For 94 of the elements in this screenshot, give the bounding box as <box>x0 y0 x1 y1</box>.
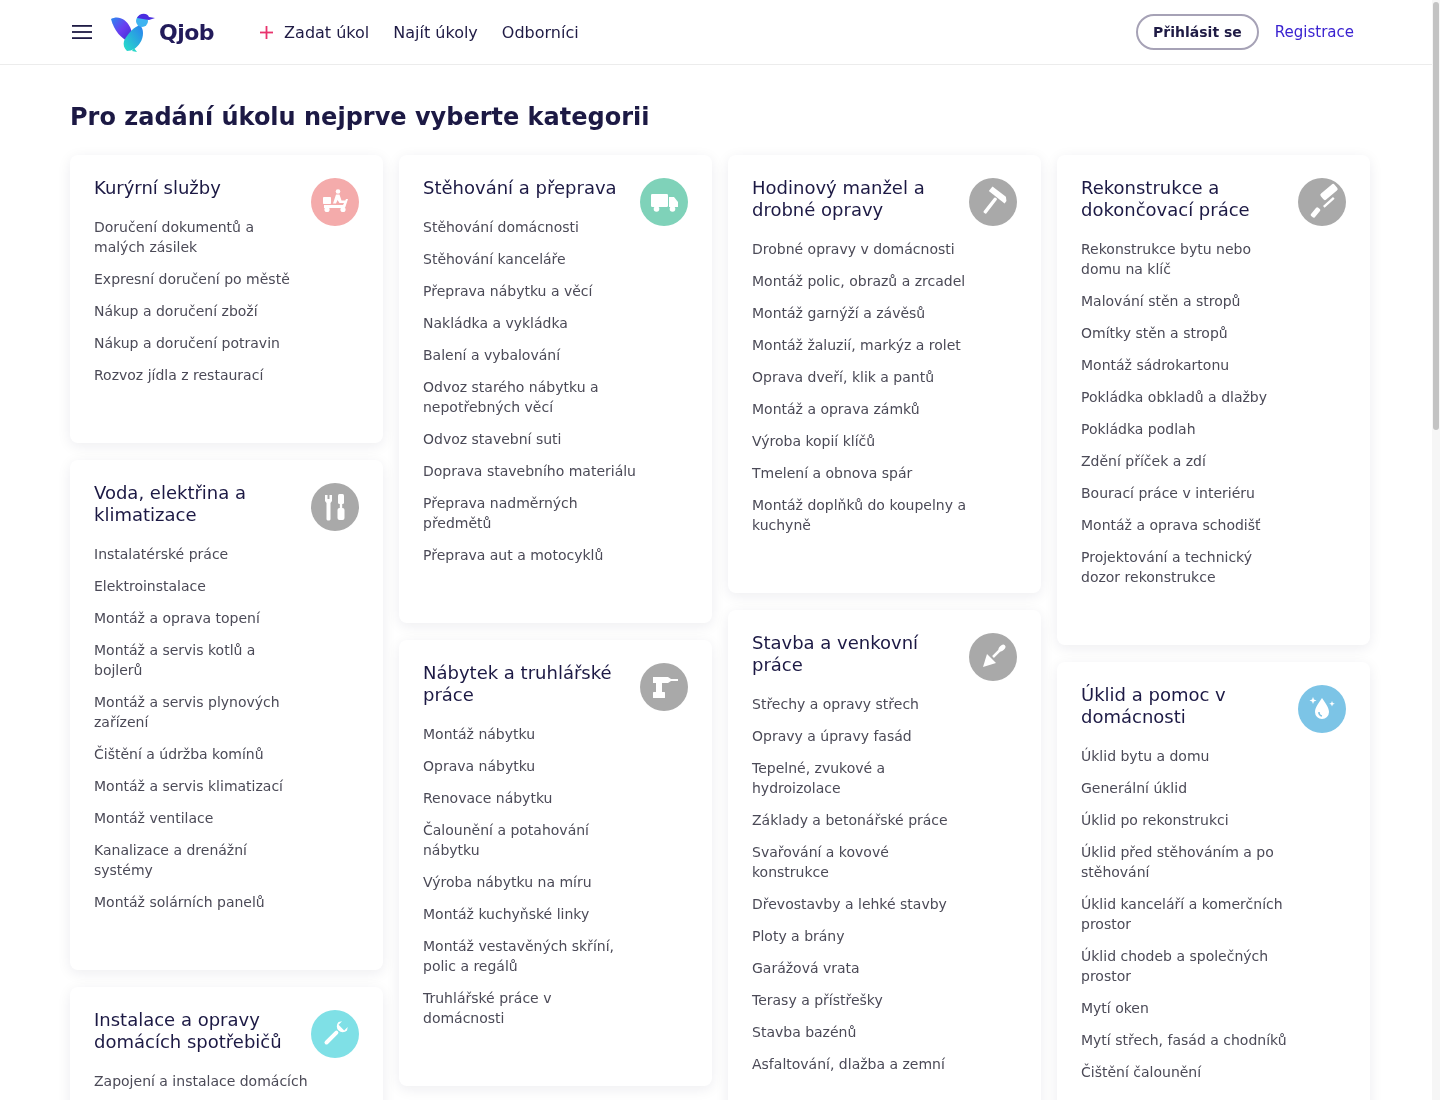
category-link[interactable]: Montáž ventilace <box>94 808 214 828</box>
category-link[interactable]: Čalounění a potahování nábytku <box>423 820 637 860</box>
category-link[interactable]: Instalatérské práce <box>94 544 229 564</box>
category-title: Stavba a venkovní práce <box>752 632 920 676</box>
category-link[interactable]: Oprava nábytku <box>423 756 536 776</box>
category-link[interactable]: Úklid po rekonstrukci <box>1081 810 1229 830</box>
category-link[interactable]: Montáž a oprava schodišť <box>1081 515 1261 535</box>
category-title: Voda, elektřina a klimatizace <box>94 482 248 526</box>
category-link[interactable]: Výroba kopií klíčů <box>752 431 876 451</box>
category-link[interactable]: Generální úklid <box>1081 778 1188 798</box>
category-link[interactable]: Montáž nábytku <box>423 724 536 744</box>
scrollbar[interactable] <box>1433 2 1439 430</box>
category-link[interactable]: Montáž doplňků do koupelny a kuchyně <box>752 495 966 535</box>
category-link[interactable]: Přeprava nadměrných předmětů <box>423 493 637 533</box>
category-link[interactable]: Úklid kanceláří a komerčních prostor <box>1081 894 1295 934</box>
category-link[interactable]: Omítky stěn a stropů <box>1081 323 1228 343</box>
category-link[interactable]: Malování stěn a stropů <box>1081 291 1241 311</box>
category-link[interactable]: Terasy a přístřešky <box>752 990 883 1010</box>
category-link[interactable]: Čištění čalounění <box>1081 1062 1202 1082</box>
category-link[interactable]: Montáž žaluzií, markýz a rolet <box>752 335 961 355</box>
category-link[interactable]: Nákup a doručení potravin <box>94 333 280 353</box>
category-link[interactable]: Zdění příček a zdí <box>1081 451 1206 471</box>
category-link[interactable]: Doprava stavebního materiálu <box>423 461 636 481</box>
category-title: Úklid a pomoc v domácnosti <box>1081 684 1227 728</box>
category-link[interactable]: Stavba bazénů <box>752 1022 857 1042</box>
category-link[interactable]: Stěhování domácnosti <box>423 217 579 237</box>
register-link[interactable]: Registrace <box>1274 23 1354 41</box>
category-title: Nábytek a truhlářské práce <box>423 662 613 706</box>
category-link[interactable]: Montáž a servis kotlů a bojlerů <box>94 640 308 680</box>
category-title: Stěhování a přeprava <box>423 177 618 199</box>
bird-icon <box>110 11 156 53</box>
category-link[interactable]: Balení a vybalování <box>423 345 561 365</box>
category-link[interactable]: Zapojení a instalace domácích <box>94 1071 308 1091</box>
category-link[interactable]: Projektování a technický dozor rekonstrukce <box>1081 547 1295 587</box>
category-link[interactable]: Nákup a doručení zboží <box>94 301 258 321</box>
page-heading: Pro zadání úkolu nejprve vyberte kategorii <box>70 102 651 133</box>
category-link[interactable]: Odvoz stavební suti <box>423 429 562 449</box>
category-link[interactable]: Oprava dveří, klik a pantů <box>752 367 935 387</box>
category-link[interactable]: Pokládka podlah <box>1081 419 1196 439</box>
logo-link[interactable]: Qjob <box>110 11 215 53</box>
category-link[interactable]: Garážová vrata <box>752 958 860 978</box>
category-link[interactable]: Asfaltování, dlažba a zemní <box>752 1054 945 1074</box>
category-link[interactable]: Odvoz starého nábytku a nepotřebných věcí <box>423 377 637 417</box>
category-link[interactable]: Montáž kuchyňské linky <box>423 904 590 924</box>
category-link[interactable]: Svařování a kovové konstrukce <box>752 842 966 882</box>
category-link[interactable]: Základy a betonářské práce <box>752 810 948 830</box>
category-link[interactable]: Montáž a oprava zámků <box>752 399 920 419</box>
category-link[interactable]: Čištění a údržba komínů <box>94 744 264 764</box>
category-link[interactable]: Úklid před stěhováním a po stěhování <box>1081 842 1295 882</box>
category-link[interactable]: Nakládka a vykládka <box>423 313 568 333</box>
category-title: Kurýrní služby <box>94 177 222 199</box>
nav-link[interactable]: Odborníci <box>501 22 579 42</box>
category-link[interactable]: Výroba nábytku na míru <box>423 872 592 892</box>
nav-link[interactable]: Zadat úkol <box>260 22 370 42</box>
category-title: Rekonstrukce a dokončovací práce <box>1081 177 1251 221</box>
category-link[interactable]: Přeprava nábytku a věcí <box>423 281 593 301</box>
plus-icon <box>260 25 274 39</box>
category-link[interactable]: Střechy a opravy střech <box>752 694 919 714</box>
category-link[interactable]: Opravy a úpravy fasád <box>752 726 912 746</box>
category-title: Hodinový manžel a drobné opravy <box>752 177 926 221</box>
category-link[interactable]: Truhlářské práce v domácnosti <box>423 988 637 1028</box>
category-link[interactable]: Mytí střech, fasád a chodníků <box>1081 1030 1287 1050</box>
category-link[interactable]: Úklid bytu a domu <box>1081 746 1210 766</box>
login-button[interactable]: Přihlásit se <box>1136 14 1259 50</box>
category-link[interactable]: Montáž solárních panelů <box>94 892 265 912</box>
nav-link[interactable]: Najít úkoly <box>393 22 478 42</box>
menu-icon <box>72 25 92 39</box>
category-link[interactable]: Rekonstrukce bytu nebo domu na klíč <box>1081 239 1295 279</box>
category-title: Instalace a opravy domácích spotřebičů <box>94 1009 283 1053</box>
category-link[interactable]: Pokládka obkladů a dlažby <box>1081 387 1267 407</box>
category-link[interactable]: Stěhování kanceláře <box>423 249 566 269</box>
menu-button[interactable] <box>72 25 92 39</box>
category-link[interactable]: Ploty a brány <box>752 926 845 946</box>
category-link[interactable]: Montáž garnýží a závěsů <box>752 303 926 323</box>
category-link[interactable]: Tmelení a obnova spár <box>752 463 913 483</box>
category-link[interactable]: Rozvoz jídla z restaurací <box>94 365 264 385</box>
category-link[interactable]: Elektroinstalace <box>94 576 206 596</box>
category-link[interactable]: Přeprava aut a motocyklů <box>423 545 604 565</box>
category-link[interactable]: Montáž polic, obrazů a zrcadel <box>752 271 966 291</box>
category-link[interactable]: Bourací práce v interiéru <box>1081 483 1255 503</box>
category-link[interactable]: Mytí oken <box>1081 998 1149 1018</box>
category-link[interactable]: Drobné opravy v domácnosti <box>752 239 955 259</box>
category-link[interactable]: Dřevostavby a lehké stavby <box>752 894 947 914</box>
category-link[interactable]: Doručení dokumentů a malých zásilek <box>94 217 308 257</box>
category-link[interactable]: Montáž sádrokartonu <box>1081 355 1230 375</box>
category-link[interactable]: Úklid chodeb a společných prostor <box>1081 946 1295 986</box>
category-link[interactable]: Montáž a servis klimatizací <box>94 776 283 796</box>
category-link[interactable]: Montáž vestavěných skříní, polic a regálů <box>423 936 637 976</box>
category-link[interactable]: Montáž a oprava topení <box>94 608 260 628</box>
category-link[interactable]: Montáž a servis plynových zařízení <box>94 692 308 732</box>
category-link[interactable]: Expresní doručení po městě <box>94 269 290 289</box>
category-link[interactable]: Renovace nábytku <box>423 788 553 808</box>
category-link[interactable]: Kanalizace a drenážní systémy <box>94 840 308 880</box>
category-link[interactable]: Tepelné, zvukové a hydroizolace <box>752 758 966 798</box>
